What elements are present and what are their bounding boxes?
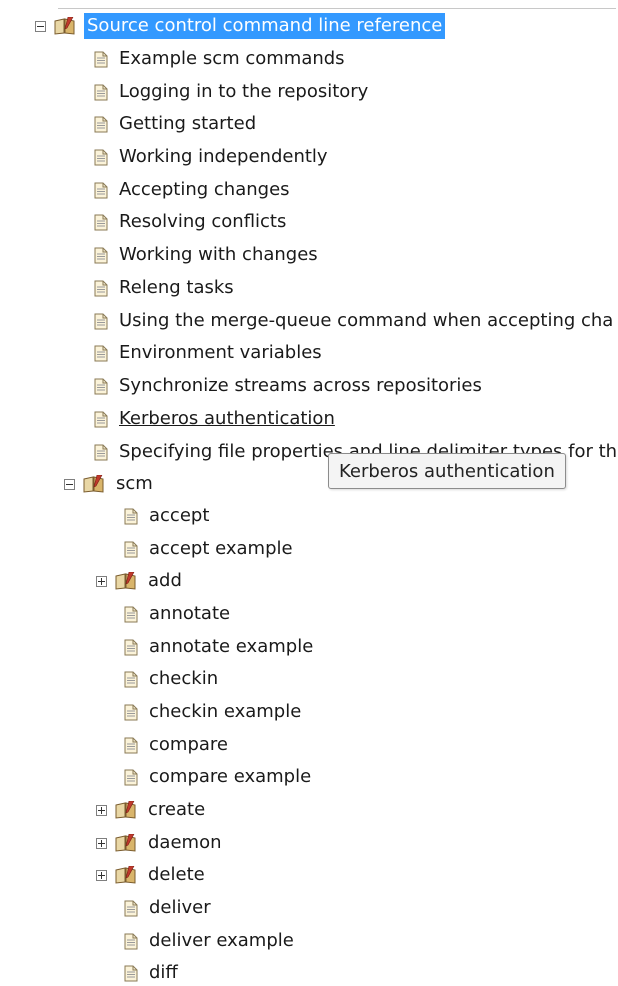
tree-node-kerberos-authentication[interactable]: Kerberos authentication <box>94 406 338 432</box>
book-icon <box>115 866 137 884</box>
tree-node-label: create <box>148 799 206 820</box>
tree-node-releng-tasks[interactable]: Releng tasks <box>94 275 237 301</box>
tree-node-logging-in[interactable]: Logging in to the repository <box>94 79 371 105</box>
tree-node-label: Kerberos authentication <box>119 408 335 429</box>
page-icon <box>124 508 138 525</box>
page-icon <box>94 378 108 395</box>
tree-node-label: add <box>148 570 182 591</box>
page-icon <box>124 606 138 623</box>
tree-node-environment-variables[interactable]: Environment variables <box>94 340 325 366</box>
page-icon <box>124 769 138 786</box>
page-icon <box>94 149 108 166</box>
tree-node-label: annotate example <box>149 636 314 657</box>
page-icon <box>124 737 138 754</box>
tree-node-getting-started[interactable]: Getting started <box>94 111 259 137</box>
tree-node-label: Accepting changes <box>119 179 290 200</box>
tree-node-label: daemon <box>148 832 222 853</box>
tree-node-accept[interactable]: accept <box>124 503 212 529</box>
page-icon <box>94 51 108 68</box>
tree-node-label: Releng tasks <box>119 277 234 298</box>
expand-icon[interactable] <box>96 575 107 587</box>
book-icon <box>115 572 137 590</box>
tree-node-create[interactable]: create <box>96 797 208 823</box>
tree-node-diff[interactable]: diff <box>124 960 181 986</box>
expand-icon[interactable] <box>96 837 107 849</box>
tree-node-accepting-changes[interactable]: Accepting changes <box>94 177 293 203</box>
tree-node-compare-example[interactable]: compare example <box>124 764 314 790</box>
tree-node-label: delete <box>148 864 205 885</box>
tree-node-resolving-conflicts[interactable]: Resolving conflicts <box>94 209 289 235</box>
tree-node-add[interactable]: add <box>96 568 185 594</box>
tree-node-annotate[interactable]: annotate <box>124 601 233 627</box>
tree-node-source-control-reference[interactable]: Source control command line reference <box>35 13 446 39</box>
page-icon <box>124 965 138 982</box>
tree-node-working-with-changes[interactable]: Working with changes <box>94 242 321 268</box>
page-icon <box>94 214 108 231</box>
book-icon <box>83 475 105 493</box>
collapse-icon[interactable] <box>35 20 46 32</box>
tree-node-checkin[interactable]: checkin <box>124 666 221 692</box>
page-icon <box>94 182 108 199</box>
page-icon <box>124 900 138 917</box>
tree-node-label: accept <box>149 505 210 526</box>
tree-node-label: scm <box>116 473 153 494</box>
expand-icon[interactable] <box>96 869 107 881</box>
tree-node-label: Synchronize streams across repositories <box>119 375 482 396</box>
tree-node-label: checkin example <box>149 701 302 722</box>
tree-node-deliver-example[interactable]: deliver example <box>124 928 297 954</box>
tree-node-accept-example[interactable]: accept example <box>124 536 296 562</box>
page-icon <box>94 280 108 297</box>
tree-node-label: compare <box>149 734 228 755</box>
tree-node-label: Working independently <box>119 146 328 167</box>
tree-node-label: deliver example <box>149 930 294 951</box>
tree-node-label: diff <box>149 962 178 983</box>
tree-node-label: Getting started <box>119 113 257 134</box>
page-icon <box>124 541 138 558</box>
book-icon <box>54 17 76 35</box>
tree-node-label: Resolving conflicts <box>119 211 287 232</box>
tree-node-merge-queue[interactable]: Using the merge-queue command when accep… <box>94 308 616 334</box>
tree-node-label: Using the merge-queue command when accep… <box>119 310 614 331</box>
tree-node-label: Working with changes <box>119 244 318 265</box>
tooltip-text: Kerberos authentication <box>339 460 555 482</box>
expand-icon[interactable] <box>96 804 107 816</box>
page-icon <box>124 671 138 688</box>
tree-node-checkin-example[interactable]: checkin example <box>124 699 304 725</box>
tree-node-label: Source control command line reference <box>84 13 446 39</box>
tree-node-delete[interactable]: delete <box>96 862 208 888</box>
tree-node-compare[interactable]: compare <box>124 732 231 758</box>
page-icon <box>94 345 108 362</box>
page-icon <box>94 116 108 133</box>
page-icon <box>94 247 108 264</box>
tree-node-label: Logging in to the repository <box>119 81 369 102</box>
tree-node-example-scm-commands[interactable]: Example scm commands <box>94 46 348 72</box>
tree-node-label: compare example <box>149 766 312 787</box>
page-icon <box>124 933 138 950</box>
tree-node-label: Example scm commands <box>119 48 345 69</box>
tree-node-working-independently[interactable]: Working independently <box>94 144 331 170</box>
page-icon <box>124 704 138 721</box>
tree-node-label: deliver <box>149 897 211 918</box>
page-icon <box>94 444 108 461</box>
book-icon <box>115 801 137 819</box>
tree-node-synchronize-streams[interactable]: Synchronize streams across repositories <box>94 373 485 399</box>
tree-node-label: accept example <box>149 538 293 559</box>
collapse-icon[interactable] <box>64 478 75 490</box>
tree-node-scm[interactable]: scm <box>64 471 156 497</box>
book-icon <box>115 834 137 852</box>
tree-node-annotate-example[interactable]: annotate example <box>124 634 316 660</box>
tree-node-daemon[interactable]: daemon <box>96 830 225 856</box>
page-icon <box>94 84 108 101</box>
tree-node-label: checkin <box>149 668 219 689</box>
tree-node-deliver[interactable]: deliver <box>124 895 214 921</box>
page-icon <box>94 411 108 428</box>
page-icon <box>124 639 138 656</box>
page-icon <box>94 313 108 330</box>
tree-node-label: Environment variables <box>119 342 322 363</box>
help-contents-tree: Source control command line reference Ex… <box>0 0 618 983</box>
tree-node-label: annotate <box>149 603 231 624</box>
tooltip: Kerberos authentication <box>328 453 566 489</box>
